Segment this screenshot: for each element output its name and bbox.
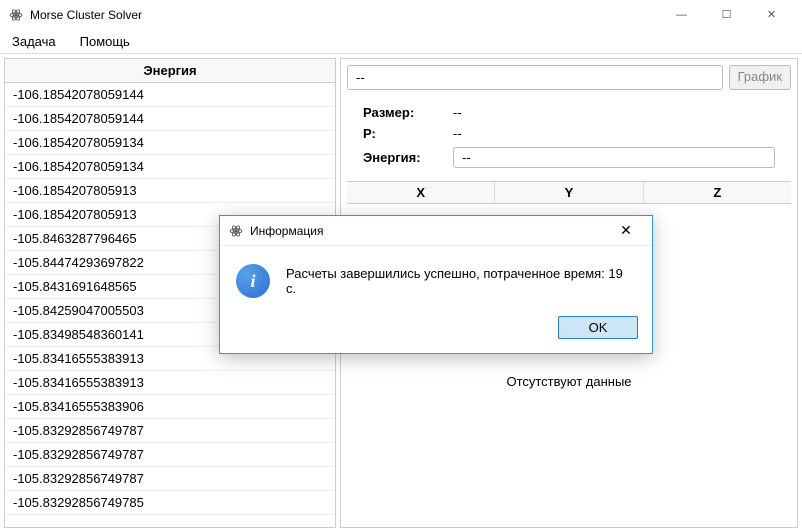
ok-button[interactable]: OK [558,316,638,339]
info-icon: i [236,264,270,298]
dialog-message: Расчеты завершились успешно, потраченное… [286,266,636,296]
p-label: Р: [363,126,453,141]
titlebar: Morse Cluster Solver — ☐ ✕ [0,0,802,30]
dialog-body: i Расчеты завершились успешно, потраченн… [220,246,652,308]
energy-row[interactable]: -105.83292856749785 [5,491,335,515]
energy-row[interactable]: -106.18542078059134 [5,155,335,179]
p-value: -- [453,126,462,141]
app-icon [8,7,24,23]
energy-row[interactable]: -106.18542078059134 [5,131,335,155]
info-grid: Размер: -- Р: -- Энергия: -- [347,98,791,181]
dialog-close-button[interactable]: ✕ [608,218,644,244]
selection-field[interactable]: -- [347,65,723,90]
dialog-title: Информация [250,224,323,238]
energy-row[interactable]: -105.83292856749787 [5,443,335,467]
details-top-row: -- График [347,65,791,90]
info-dialog: Информация ✕ i Расчеты завершились успеш… [219,215,653,354]
minimize-button[interactable]: — [659,1,704,29]
window-controls: — ☐ ✕ [659,1,794,29]
energy-row[interactable]: -106.18542078059144 [5,83,335,107]
col-z: Z [644,182,791,203]
energy-row[interactable]: -105.83292856749787 [5,419,335,443]
size-value: -- [453,105,462,120]
col-y: Y [495,182,643,203]
maximize-button[interactable]: ☐ [704,1,749,29]
energy-header: Энергия [5,59,335,83]
size-label: Размер: [363,105,453,120]
energy-row[interactable]: -105.83416555383913 [5,371,335,395]
energy-output: -- [453,147,775,168]
menubar: Задача Помощь [0,30,802,54]
energy-row[interactable]: -105.83292856749787 [5,467,335,491]
coord-table-header: X Y Z [347,181,791,204]
dialog-footer: OK [220,308,652,353]
graphic-button[interactable]: График [729,65,791,90]
dialog-app-icon [228,223,244,239]
energy-label: Энергия: [363,150,453,165]
energy-row[interactable]: -106.1854207805913 [5,179,335,203]
energy-row[interactable]: -106.18542078059144 [5,107,335,131]
menu-help[interactable]: Помощь [76,32,134,51]
window-title: Morse Cluster Solver [30,8,142,22]
energy-row[interactable]: -105.83416555383906 [5,395,335,419]
close-button[interactable]: ✕ [749,1,794,29]
menu-task[interactable]: Задача [8,32,60,51]
col-x: X [347,182,495,203]
dialog-titlebar: Информация ✕ [220,216,652,246]
